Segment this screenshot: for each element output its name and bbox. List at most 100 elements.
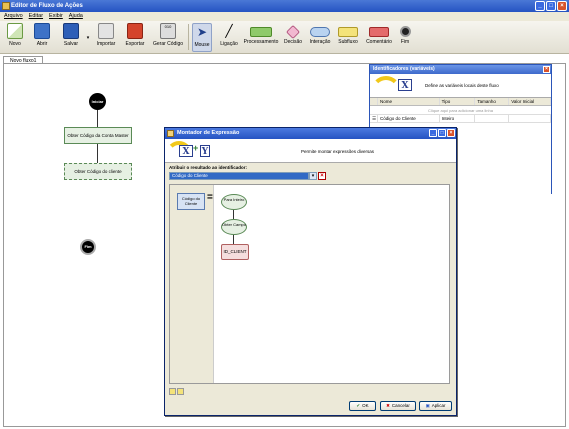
gerar-codigo-label: Gerar Código [152,41,183,47]
flow-connector [97,144,98,163]
flow-end-node[interactable]: Fim [80,239,96,255]
montador-banner-text: Permite montar expressões diversas [301,149,375,154]
apply-icon: ▣ [425,403,430,408]
dropdown-arrow-icon[interactable]: ▾ [309,172,317,180]
menu-editar[interactable]: Editar [29,12,43,21]
col-tamanho: Tamanho [475,98,510,105]
salvar-label: Salvar [63,41,79,47]
menu-bar: Arquivo Editar Exibir Ajuda [0,12,569,21]
montador-banner: X + Y Permite montar expressões diversas [165,139,456,163]
montador-title: Montador de Expressão [177,130,240,136]
expression-side-panel [170,185,214,383]
subfluxo-tool-button[interactable]: Subfluxo [336,23,360,45]
flow-step-obter-conta-master[interactable]: Obter Código da Conta Master [64,127,132,144]
add-row-placeholder[interactable]: Clique aqui para adicionar uma linha [370,106,551,115]
mouse-tool-button[interactable]: ➤ Mouse [192,23,212,52]
assign-identifier-select[interactable]: Código do Cliente [169,172,309,180]
zoom-icon[interactable] [169,388,176,395]
link-icon: ╱ [225,24,233,38]
minimize-button[interactable]: _ [535,1,545,11]
novo-button[interactable]: Novo [5,23,25,47]
window-title-bar: Editor de Fluxo de Ações _ □ × [0,0,569,12]
mouse-label: Mouse [194,42,210,48]
expr-node-id-client[interactable]: ID_CLIENT [221,244,249,260]
comentario-tool-button[interactable]: Comentário [364,23,394,45]
import-icon [98,23,114,39]
cell-valor[interactable] [509,115,551,122]
process-shape-icon [250,27,272,37]
decisao-tool-button[interactable]: Decisão [282,23,304,45]
logo-arc [371,76,401,106]
open-folder-icon [34,23,50,39]
comentario-label: Comentário [366,39,392,45]
ligacao-tool-button[interactable]: ╱ Ligação [218,23,240,47]
expression-canvas[interactable]: Código do Cliente = Para Inteiro Obter C… [169,184,450,384]
row-marker-icon: ☰ [372,115,378,122]
flow-connector [97,110,98,128]
menu-ajuda[interactable]: Ajuda [69,12,83,21]
exportar-label: Exportar [125,41,145,47]
window-title: Editor de Fluxo de Ações [11,3,83,9]
subflow-shape-icon [338,27,358,37]
subfluxo-label: Subfluxo [338,39,358,45]
abrir-button[interactable]: Abrir [32,23,52,47]
apply-label: Aplicar [431,403,446,408]
clear-assign-icon[interactable]: × [318,172,326,180]
variable-x-icon: X [398,79,412,91]
code-gen-icon: 010 [160,23,176,39]
dialog-close-button[interactable]: × [447,129,455,137]
expr-node-para-inteiro[interactable]: Para Inteiro [221,194,247,210]
identificadores-banner: X Define as variáveis locais deste fluxo [370,74,551,98]
app-icon [2,2,10,10]
identificadores-close-button[interactable]: × [543,66,550,73]
salvar-dropdown-icon[interactable]: ▾ [85,35,91,41]
ok-label: OK [362,403,369,408]
flow-step-obter-codigo-cliente[interactable]: Obter Código do cliente [64,163,132,180]
decisao-label: Decisão [283,39,303,45]
menu-arquivo[interactable]: Arquivo [4,12,23,21]
cancel-label: Cancelar [391,403,410,408]
fim-tool-button[interactable]: Fim [397,23,413,45]
fim-label: Fim [400,39,410,45]
fit-icon[interactable] [177,388,184,395]
dialog-app-icon [167,130,174,137]
checkmark-icon: ✔ [356,403,361,408]
gerar-codigo-button[interactable]: 010 Gerar Código [152,23,184,47]
cell-nome[interactable]: Código do Cliente [378,115,440,122]
expr-node-obter-campo[interactable]: Obter Campo [221,219,247,235]
comment-shape-icon [369,27,389,37]
export-icon [127,23,143,39]
cell-tipo[interactable]: Inteiro [440,115,476,122]
apply-button[interactable]: ▣ Aplicar [419,401,452,411]
ok-button[interactable]: ✔ OK [349,401,376,411]
close-button[interactable]: × [557,1,567,11]
salvar-button[interactable]: Salvar [60,23,82,47]
toolbar-separator [188,24,189,50]
exportar-button[interactable]: Exportar [122,23,148,47]
interacao-tool-button[interactable]: Interação [306,23,334,45]
dialog-minimize-button[interactable]: _ [429,129,437,137]
identificadores-title-bar: Identificadores (variáveis) × [370,65,551,74]
dialog-maximize-button[interactable]: □ [438,129,446,137]
cell-tamanho[interactable] [475,115,510,122]
table-row[interactable]: ☰ Código do Cliente Inteiro [370,115,551,123]
target-identifier-box[interactable]: Código do Cliente [177,193,205,210]
importar-label: Importar [96,41,116,47]
montador-dialog: Montador de Expressão _ □ × X + Y Permit… [164,127,457,416]
processamento-tool-button[interactable]: Processamento [243,23,279,45]
identificadores-title: Identificadores (variáveis) [373,66,435,72]
flow-start-node[interactable]: Iniciar [89,93,106,110]
maximize-button[interactable]: □ [546,1,556,11]
importar-button[interactable]: Importar [93,23,119,47]
toolbar: Novo Abrir Salvar ▾ Importar Exportar 01… [0,21,569,54]
interacao-label: Interação [309,39,331,45]
expr-connector [233,210,234,219]
cursor-icon: ➤ [196,25,208,39]
cancel-button[interactable]: ✖ Cancelar [380,401,416,411]
new-file-icon [7,23,23,39]
cancel-x-icon: ✖ [386,403,390,408]
equals-sign: = [207,192,213,203]
variable-y-icon: Y [200,145,210,157]
decision-diamond-icon [285,24,301,40]
menu-exibir[interactable]: Exibir [49,12,63,21]
